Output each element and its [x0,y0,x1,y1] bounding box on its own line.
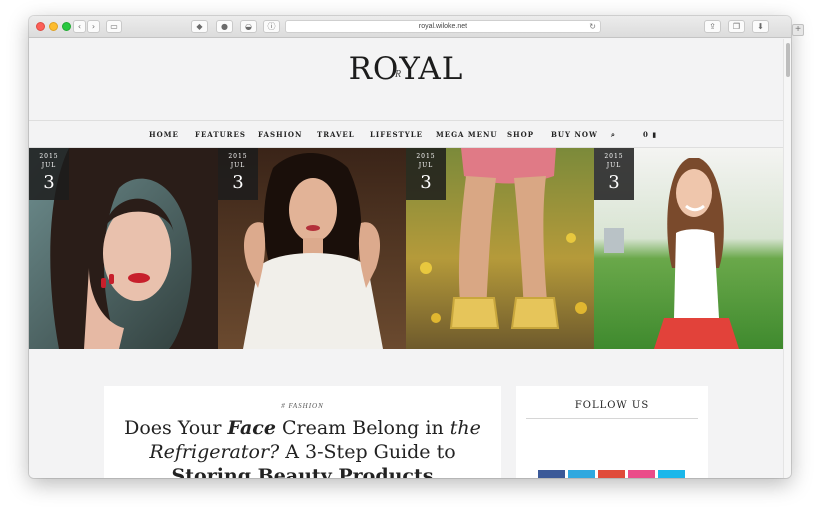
slide-2[interactable]: 2015 JUL 3 [218,148,406,349]
title-part: Face [227,417,276,439]
date-day: 3 [43,172,55,193]
vimeo-social-button[interactable]: v [658,470,685,478]
scroll-thumb[interactable] [786,43,790,77]
tabs-overview-button[interactable]: ❐ [728,20,745,33]
forward-button[interactable]: › [87,20,100,33]
page-viewport: ROYAL R HOME FEATURES FASHION TRAVEL LIF… [29,39,783,478]
info-extension-button[interactable]: ⓘ [263,20,280,33]
tabs-icon: ❐ [732,22,741,31]
tag-extension-button[interactable]: ◆ [191,20,208,33]
tag-icon: ◆ [196,22,203,31]
sidebar-icon: ▭ [110,22,118,31]
info-icon: ⓘ [267,22,276,31]
cart-count: 0 [643,130,649,139]
cart-button[interactable]: 0 ▮ [643,130,657,139]
slide-4[interactable]: 2015 JUL 3 [594,148,783,349]
downloads-button[interactable]: ⬇ [752,20,769,33]
date-year: 2015 [604,153,624,160]
nav-item-travel[interactable]: TRAVEL [317,130,355,139]
title-part: Cream Belong in [275,417,450,439]
pinterest-extension-button[interactable]: ● [216,20,233,33]
pinterest-icon: ● [221,22,228,31]
date-year: 2015 [416,153,436,160]
date-day: 3 [232,172,244,193]
facebook-social-button[interactable]: f [538,470,565,478]
slide-3[interactable]: 2015 JUL 3 [406,148,594,349]
site-logo[interactable]: ROYAL R [29,51,783,87]
post-card: # FASHION Does Your Face Cream Belong in… [104,386,501,478]
date-year: 2015 [228,153,248,160]
reload-icon[interactable]: ↻ [589,21,596,32]
date-month: JUL [41,162,57,169]
date-year: 2015 [39,153,59,160]
title-part: Does Your [124,417,228,439]
nav-item-home[interactable]: HOME [149,130,179,139]
nav-item-fashion[interactable]: FASHION [258,130,302,139]
logo-script-mark: R [395,69,403,80]
nav-item-shop[interactable]: SHOP [507,130,534,139]
main-nav: HOME FEATURES FASHION TRAVEL LIFESTYLE M… [29,120,783,148]
pocket-icon: ◒ [245,22,252,31]
date-month: JUL [606,162,622,169]
page-scrollbar[interactable] [783,39,791,478]
share-icon: ⇪ [709,22,716,31]
browser-toolbar: ‹ › ▭ ◆ ● ◒ ⓘ royal.wiloke.net ↻ ⇪ ❐ ⬇ [29,16,791,38]
slide-4-date-badge: 2015 JUL 3 [594,148,634,200]
nav-item-buy-now[interactable]: BUY NOW [551,130,598,139]
post-title[interactable]: Does Your Face Cream Belong in the Refri… [118,416,487,478]
plus-icon: + [795,24,801,35]
sidebar-toggle-button[interactable]: ▭ [106,20,122,33]
minimize-window-button[interactable] [49,22,58,31]
title-part: Storing Beauty Products [171,465,434,478]
date-day: 3 [420,172,432,193]
search-icon[interactable]: ⌕ [611,130,616,140]
title-part: A 3-Step Guide to [279,441,456,463]
widget-title: FOLLOW US [574,400,650,411]
follow-us-widget: FOLLOW US ftg+◎v▶vk◙Be☁ [516,386,708,478]
widget-divider [526,418,698,419]
new-tab-button[interactable]: + [792,24,804,36]
date-month: JUL [230,162,246,169]
browser-window: ‹ › ▭ ◆ ● ◒ ⓘ royal.wiloke.net ↻ ⇪ ❐ ⬇ R… [29,16,791,478]
nav-item-lifestyle[interactable]: LIFESTYLE [370,130,423,139]
slide-2-date-badge: 2015 JUL 3 [218,148,258,200]
shopping-bag-icon: ▮ [652,130,658,139]
fullscreen-window-button[interactable] [62,22,71,31]
download-icon: ⬇ [757,22,764,31]
nav-item-features[interactable]: FEATURES [195,130,246,139]
twitter-social-button[interactable]: t [568,470,595,478]
slide-3-date-badge: 2015 JUL 3 [406,148,446,200]
url-text: royal.wiloke.net [418,23,468,30]
slide-1[interactable]: 2015 JUL 3 [29,148,218,349]
back-button[interactable]: ‹ [73,20,86,33]
address-bar[interactable]: royal.wiloke.net ↻ [285,20,601,33]
logo-text: ROYAL [348,51,464,87]
share-button[interactable]: ⇪ [704,20,721,33]
close-window-button[interactable] [36,22,45,31]
google-plus-social-button[interactable]: g+ [598,470,625,478]
featured-slider: 2015 JUL 3 2015 JUL 3 2015 JUL 3 2015 JU… [29,148,783,349]
nav-item-mega-menu[interactable]: MEGA MENU [436,130,498,139]
date-month: JUL [418,162,434,169]
date-day: 3 [608,172,620,193]
post-category[interactable]: # FASHION [104,402,501,410]
dribbble-social-button[interactable]: ◎ [628,470,655,478]
pocket-extension-button[interactable]: ◒ [240,20,257,33]
slide-1-date-badge: 2015 JUL 3 [29,148,69,200]
